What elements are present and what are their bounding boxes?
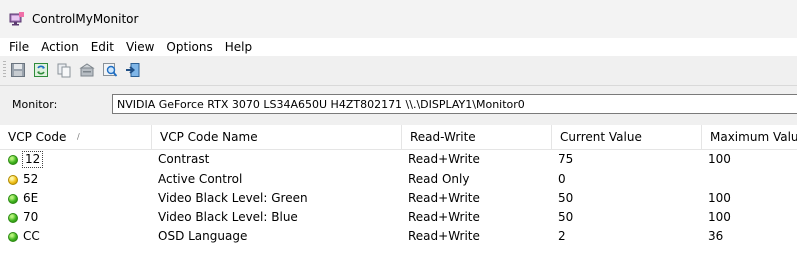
table-row[interactable]: 12 Contrast Read+Write 75 100	[0, 150, 797, 170]
menu-bar: File Action Edit View Options Help	[0, 38, 797, 56]
current-value-cell: 50	[558, 210, 574, 224]
table-row[interactable]: 70 Video Black Level: Blue Read+Write 50…	[0, 208, 797, 227]
exit-button[interactable]	[124, 61, 142, 79]
read-write-cell: Read Only	[408, 172, 470, 186]
read-write-cell: Read+Write	[408, 210, 480, 224]
table-header: VCP Code ∕ VCP Code Name Read-Write Curr…	[0, 125, 797, 150]
vcp-name-cell: Contrast	[158, 152, 210, 166]
column-header-label: VCP Code	[8, 130, 67, 144]
refresh-button[interactable]	[32, 61, 50, 79]
status-yellow-icon	[8, 174, 18, 185]
vcp-code-cell: 52	[0, 170, 152, 189]
vcp-name-cell: Video Black Level: Green	[158, 191, 308, 205]
status-green-icon	[8, 154, 18, 165]
properties-button[interactable]	[78, 61, 96, 79]
column-header-vcp-code[interactable]: VCP Code ∕	[0, 125, 152, 149]
menu-help[interactable]: Help	[220, 38, 257, 56]
title-bar: ControlMyMonitor	[0, 0, 797, 38]
table-row[interactable]: 6E Video Black Level: Green Read+Write 5…	[0, 189, 797, 208]
read-write-cell: Read+Write	[408, 191, 480, 205]
maximum-value-cell: 36	[708, 229, 724, 243]
vcp-name-cell: OSD Language	[158, 229, 248, 243]
vcp-name-cell: Active Control	[158, 172, 243, 186]
vcp-code-cell: 70	[0, 208, 152, 227]
column-header-vcp-code-name[interactable]: VCP Code Name	[152, 125, 402, 149]
table-row[interactable]: CC OSD Language Read+Write 2 36	[0, 227, 797, 246]
current-value-cell: 2	[558, 229, 566, 243]
copy-icon	[57, 63, 71, 78]
properties-icon	[79, 63, 95, 77]
copy-button[interactable]	[55, 61, 73, 79]
current-value-cell: 75	[558, 152, 574, 166]
monitor-select[interactable]: NVIDIA GeForce RTX 3070 LS34A650U H4ZT80…	[112, 94, 797, 114]
save-button[interactable]	[9, 61, 27, 79]
status-green-icon	[8, 212, 18, 223]
vcp-table: VCP Code ∕ VCP Code Name Read-Write Curr…	[0, 125, 797, 274]
vcp-code-cell: CC	[0, 227, 152, 246]
save-icon	[11, 63, 25, 77]
read-write-cell: Read+Write	[408, 229, 480, 243]
read-write-cell: Read+Write	[408, 152, 480, 166]
app-icon	[9, 11, 25, 27]
maximum-value-cell: 100	[708, 210, 731, 224]
menu-options[interactable]: Options	[161, 38, 217, 56]
column-header-label: Current Value	[560, 130, 642, 144]
menu-edit[interactable]: Edit	[86, 38, 119, 56]
window-title: ControlMyMonitor	[32, 12, 139, 26]
exit-icon	[126, 63, 140, 77]
menu-file[interactable]: File	[4, 38, 34, 56]
maximum-value-cell: 100	[708, 191, 731, 205]
vcp-name-cell: Video Black Level: Blue	[158, 210, 298, 224]
toolbar-grip	[3, 61, 6, 79]
column-header-maximum-value[interactable]: Maximum Value	[702, 125, 797, 149]
status-green-icon	[8, 231, 18, 242]
column-header-label: Maximum Value	[710, 130, 797, 144]
menu-view[interactable]: View	[121, 38, 159, 56]
status-green-icon	[8, 193, 18, 204]
find-button[interactable]	[101, 61, 119, 79]
toolbar	[0, 58, 797, 82]
vcp-code-cell: 6E	[0, 189, 152, 208]
sort-arrow-icon: ∕	[77, 132, 80, 141]
monitor-label: Monitor:	[12, 98, 58, 111]
monitor-bar: Monitor: NVIDIA GeForce RTX 3070 LS34A65…	[0, 86, 797, 124]
current-value-cell: 50	[558, 191, 574, 205]
vcp-code-cell: 12	[0, 150, 152, 169]
current-value-cell: 0	[558, 172, 566, 186]
table-row[interactable]: 52 Active Control Read Only 0	[0, 170, 797, 189]
refresh-icon	[34, 63, 48, 77]
column-header-label: Read-Write	[410, 130, 476, 144]
maximum-value-cell	[702, 170, 797, 189]
column-header-label: VCP Code Name	[160, 130, 258, 144]
column-header-current-value[interactable]: Current Value	[552, 125, 702, 149]
column-header-read-write[interactable]: Read-Write	[402, 125, 552, 149]
menu-action[interactable]: Action	[36, 38, 84, 56]
find-icon	[103, 63, 118, 77]
maximum-value-cell: 100	[708, 152, 731, 166]
